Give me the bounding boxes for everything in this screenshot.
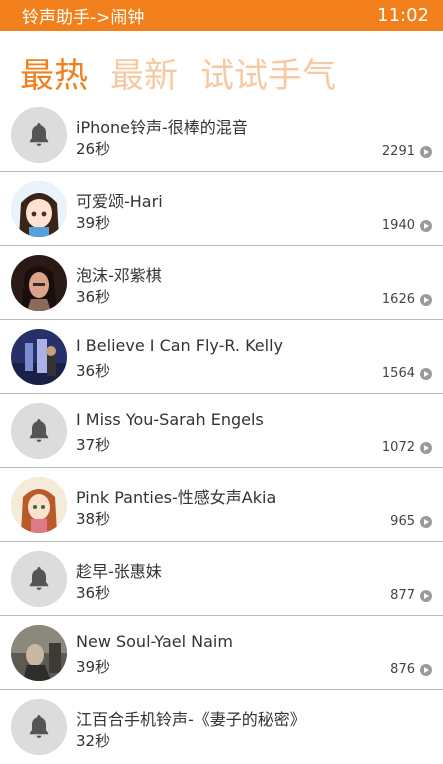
artist-avatar [11, 255, 67, 311]
ringtone-duration: 38秒 [76, 510, 111, 528]
download-count-value: 2291 [381, 144, 415, 159]
ringtone-row[interactable]: 泡沫-邓紫棋 36秒 1626 [0, 246, 443, 320]
ringtone-row[interactable]: 可爱颂-Hari 39秒 1940 [0, 172, 443, 246]
bell-icon [11, 107, 67, 163]
download-count: 2291 [382, 144, 432, 159]
ringtone-title: 泡沫-邓紫棋 [76, 266, 162, 285]
ringtone-row[interactable]: New Soul-Yael Naim 39秒 876 [0, 616, 443, 690]
ringtone-row[interactable]: I Believe I Can Fly-R. Kelly 36秒 1564 [0, 320, 443, 394]
ringtone-title: I Miss You-Sarah Engels [76, 410, 264, 429]
download-count: 1564 [382, 366, 432, 381]
ringtone-row[interactable]: iPhone铃声-很棒的混音 26秒 2291 [0, 98, 443, 172]
status-time: 11:02 [377, 5, 429, 26]
tab-hot[interactable]: 最热 [20, 50, 88, 102]
ringtone-title: 江百合手机铃声-《妻子的秘密》 [76, 710, 306, 729]
bell-icon [11, 699, 67, 755]
artist-avatar [11, 477, 67, 533]
download-count: 876 [390, 662, 432, 677]
chevron-right-icon[interactable] [420, 145, 432, 158]
ringtone-title: I Believe I Can Fly-R. Kelly [76, 336, 283, 355]
download-count-value: 1626 [381, 292, 415, 307]
download-count-value: 965 [390, 514, 415, 529]
ringtone-row[interactable]: 趁早-张惠妹 36秒 877 [0, 542, 443, 616]
tab-random[interactable]: 试试手气 [200, 50, 336, 102]
download-count-value: 1940 [381, 218, 415, 233]
pivot-header: 最热 最新 试试手气 [0, 50, 443, 102]
ringtone-row[interactable]: I Miss You-Sarah Engels 37秒 1072 [0, 394, 443, 468]
download-count: 1072 [382, 440, 432, 455]
bell-icon [11, 551, 67, 607]
ringtone-title: New Soul-Yael Naim [76, 632, 233, 651]
status-bar: 铃声助手->闹钟 11:02 [0, 0, 443, 31]
chevron-right-icon[interactable] [420, 663, 432, 676]
artist-avatar [11, 329, 67, 385]
tab-newest[interactable]: 最新 [110, 50, 178, 102]
ringtone-duration: 37秒 [76, 436, 111, 454]
download-count-value: 1072 [381, 440, 415, 455]
artist-avatar [11, 625, 67, 681]
download-count: 877 [390, 588, 432, 603]
chevron-right-icon[interactable] [420, 589, 432, 602]
ringtone-duration: 39秒 [76, 214, 111, 232]
download-count: 1626 [382, 292, 432, 307]
ringtone-duration: 39秒 [76, 658, 111, 676]
ringtone-duration: 36秒 [76, 362, 111, 380]
ringtone-list: iPhone铃声-很棒的混音 26秒 2291 可爱颂-Hari 39秒 1940 泡沫-邓… [0, 98, 443, 764]
ringtone-row[interactable]: 江百合手机铃声-《妻子的秘密》 32秒 [0, 690, 443, 764]
chevron-right-icon[interactable] [420, 367, 432, 380]
bell-icon [11, 403, 67, 459]
download-count-value: 876 [390, 662, 415, 677]
ringtone-duration: 26秒 [76, 140, 111, 158]
ringtone-duration: 36秒 [76, 288, 111, 306]
chevron-right-icon[interactable] [420, 293, 432, 306]
app-title: 铃声助手->闹钟 [22, 8, 145, 28]
chevron-right-icon[interactable] [420, 441, 432, 454]
chevron-right-icon[interactable] [420, 219, 432, 232]
ringtone-title: 趁早-张惠妹 [76, 562, 162, 581]
ringtone-title: Pink Panties-性感女声Akia [76, 488, 277, 507]
artist-avatar [11, 181, 67, 237]
download-count-value: 1564 [381, 366, 415, 381]
ringtone-duration: 32秒 [76, 732, 111, 750]
download-count-value: 877 [390, 588, 415, 603]
ringtone-title: 可爱颂-Hari [76, 192, 163, 211]
ringtone-title: iPhone铃声-很棒的混音 [76, 118, 248, 137]
ringtone-duration: 36秒 [76, 584, 111, 602]
ringtone-row[interactable]: Pink Panties-性感女声Akia 38秒 965 [0, 468, 443, 542]
download-count: 1940 [382, 218, 432, 233]
download-count: 965 [390, 514, 432, 529]
chevron-right-icon[interactable] [420, 515, 432, 528]
